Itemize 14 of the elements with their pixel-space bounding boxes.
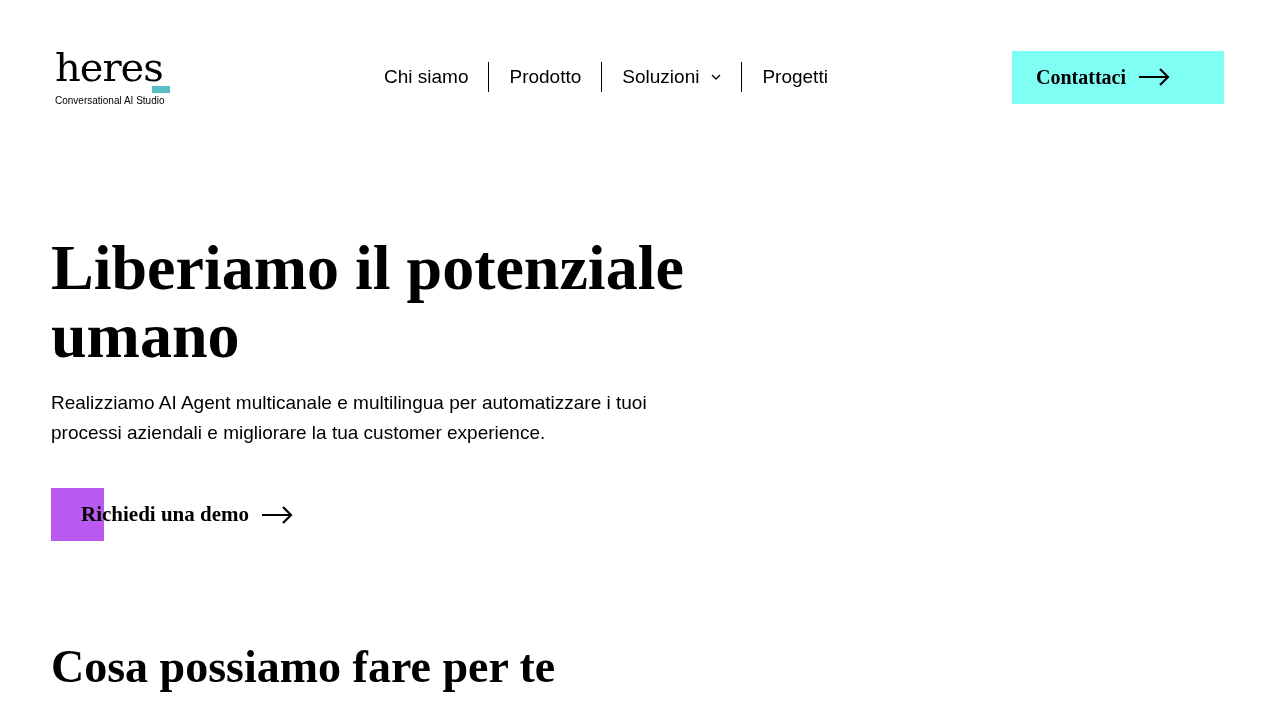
arrow-right-icon (1138, 68, 1170, 86)
nav-link[interactable]: Prodotto (489, 66, 602, 88)
section-title: Cosa possiamo fare per te (51, 641, 557, 693)
hero-subtitle: Realizziamo AI Agent multicanale e multilingua per automatizzare i tuoi processi aziendali e migliorare la tua customer experience. (51, 391, 648, 445)
nav-link[interactable]: Progetti (742, 66, 848, 88)
logo-accent-bar (152, 86, 170, 93)
logo-tagline: Conversational AI Studio (55, 95, 165, 106)
nav-link[interactable]: Chi siamo (364, 66, 489, 88)
chevron-down-icon (711, 74, 722, 80)
hero-title: Liberiamo il potenziale umano (51, 234, 685, 370)
contact-button[interactable]: Contattaci (1012, 50, 1224, 104)
nav-link[interactable]: Soluzioni (602, 66, 742, 88)
logo-wordmark[interactable]: heres (55, 48, 163, 86)
arrow-right-icon (261, 505, 294, 524)
